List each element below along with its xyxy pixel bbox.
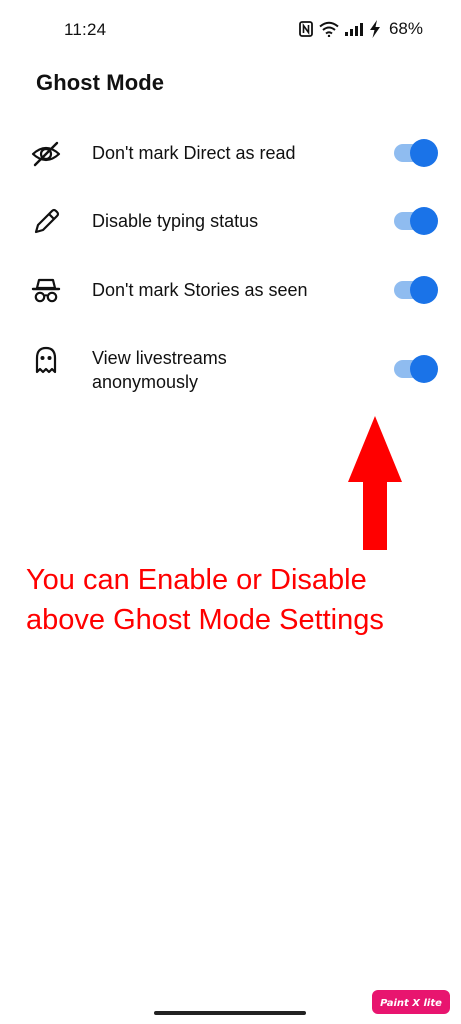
setting-label: Don't mark Stories as seen bbox=[92, 280, 308, 300]
status-bar: 11:24 68% bbox=[0, 0, 461, 60]
setting-label: Don't mark Direct as read bbox=[92, 143, 296, 163]
svg-text:Paint X lite: Paint X lite bbox=[380, 998, 442, 1009]
livestreams-toggle[interactable] bbox=[392, 354, 438, 384]
wifi-icon bbox=[319, 21, 339, 37]
page-title: Ghost Mode bbox=[36, 70, 165, 95]
typing-status-toggle[interactable] bbox=[392, 206, 438, 236]
annotation-text: You can Enable or Disable above Ghost Mo… bbox=[26, 564, 384, 636]
status-time: 11:24 bbox=[64, 20, 107, 39]
setting-row-stories-seen[interactable]: Don't mark Stories as seen bbox=[0, 273, 461, 307]
setting-label: View livestreams anonymously bbox=[92, 348, 227, 392]
setting-row-typing-status[interactable]: Disable typing status bbox=[0, 204, 461, 238]
home-indicator[interactable] bbox=[154, 1011, 306, 1015]
paint-x-lite-watermark: Paint X lite bbox=[372, 990, 450, 1014]
charging-icon bbox=[369, 20, 381, 38]
setting-row-livestreams[interactable]: View livestreams anonymously bbox=[0, 344, 461, 396]
direct-read-toggle[interactable] bbox=[392, 138, 438, 168]
signal-icon bbox=[344, 22, 363, 36]
incognito-icon bbox=[30, 275, 62, 307]
pencil-icon bbox=[30, 206, 62, 238]
stories-seen-toggle[interactable] bbox=[392, 275, 438, 305]
setting-row-direct-read[interactable]: Don't mark Direct as read bbox=[0, 136, 461, 170]
nfc-icon bbox=[299, 21, 313, 37]
toggle-thumb bbox=[410, 276, 438, 304]
toggle-thumb bbox=[410, 355, 438, 383]
toggle-thumb bbox=[410, 207, 438, 235]
battery-percentage: 68% bbox=[388, 19, 423, 38]
red-up-arrow-icon bbox=[346, 414, 404, 557]
ghost-icon bbox=[30, 344, 62, 376]
toggle-thumb bbox=[410, 139, 438, 167]
status-icons: 68% bbox=[299, 19, 423, 39]
eye-off-icon bbox=[30, 138, 62, 170]
setting-label: Disable typing status bbox=[92, 211, 259, 231]
